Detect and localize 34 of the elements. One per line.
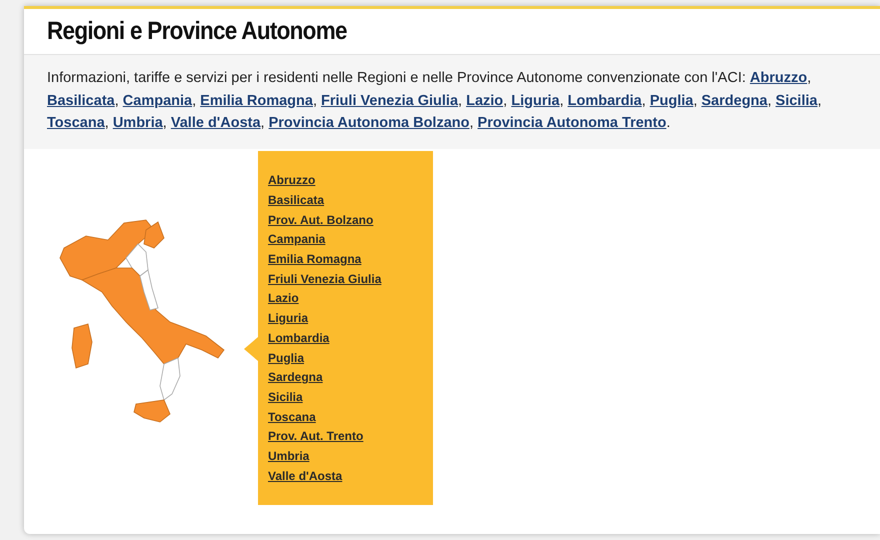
region-menu-link[interactable]: Umbria bbox=[268, 446, 310, 465]
region-link[interactable]: Sardegna bbox=[701, 92, 768, 108]
region-link[interactable]: Campania bbox=[122, 92, 192, 108]
region-link[interactable]: Umbria bbox=[112, 115, 163, 131]
region-link[interactable]: Toscana bbox=[47, 115, 105, 131]
region-menu-link[interactable]: Lazio bbox=[268, 289, 299, 308]
region-link[interactable]: Provincia Autonoma Bolzano bbox=[268, 115, 470, 131]
intro-paragraph: Informazioni, tariffe e servizi per i residenti nelle Regioni e nelle Province Autonome convenzionate con l'ACI: Abruzzo, Basilicata, Campania, Emilia Romagna, Friuli Venezia Giulia, Lazio, Liguria, Lombardia, Puglia, Sardegna, Sicilia, Toscana, Umbria, Valle d'Aosta, Provincia Autonoma Bolzano, Provincia Autonoma Trento. bbox=[47, 69, 822, 133]
region-link[interactable]: Lombardia bbox=[568, 92, 642, 108]
region-menu-link[interactable]: Puglia bbox=[268, 348, 304, 367]
region-menu-link[interactable]: Basilicata bbox=[268, 191, 324, 210]
region-link[interactable]: Emilia Romagna bbox=[200, 92, 313, 108]
page-title: Regioni e Province Autonome bbox=[47, 16, 347, 47]
region-link[interactable]: Provincia Autonoma Trento bbox=[478, 115, 666, 131]
region-link[interactable]: Liguria bbox=[511, 92, 560, 108]
region-menu-link[interactable]: Liguria bbox=[268, 309, 308, 328]
region-link[interactable]: Friuli Venezia Giulia bbox=[321, 92, 458, 108]
region-menu-link[interactable]: Abruzzo bbox=[268, 171, 316, 190]
region-menu-link[interactable]: Prov. Aut. Trento bbox=[268, 427, 364, 446]
region-menu-link[interactable]: Sardegna bbox=[268, 368, 323, 386]
region-menu-link[interactable]: Prov. Aut. Bolzano bbox=[268, 210, 374, 229]
region-menu-link[interactable]: Valle d'Aosta bbox=[268, 466, 342, 485]
region-link[interactable]: Sicilia bbox=[776, 92, 818, 108]
region-link[interactable]: Basilicata bbox=[47, 92, 115, 108]
region-menu-link[interactable]: Lombardia bbox=[268, 328, 330, 347]
region-menu-link[interactable]: Sicilia bbox=[268, 388, 303, 406]
region-link[interactable]: Valle d'Aosta bbox=[170, 115, 261, 131]
region-link[interactable]: Abruzzo bbox=[750, 70, 808, 86]
region-menu-link[interactable]: Emilia Romagna bbox=[268, 250, 362, 268]
region-menu-link[interactable]: Friuli Venezia Giulia bbox=[268, 270, 382, 288]
region-link[interactable]: Puglia bbox=[650, 92, 694, 108]
region-menu-link[interactable]: Campania bbox=[268, 230, 326, 248]
region-menu-link[interactable]: Toscana bbox=[268, 408, 316, 426]
region-link[interactable]: Lazio bbox=[466, 92, 504, 108]
